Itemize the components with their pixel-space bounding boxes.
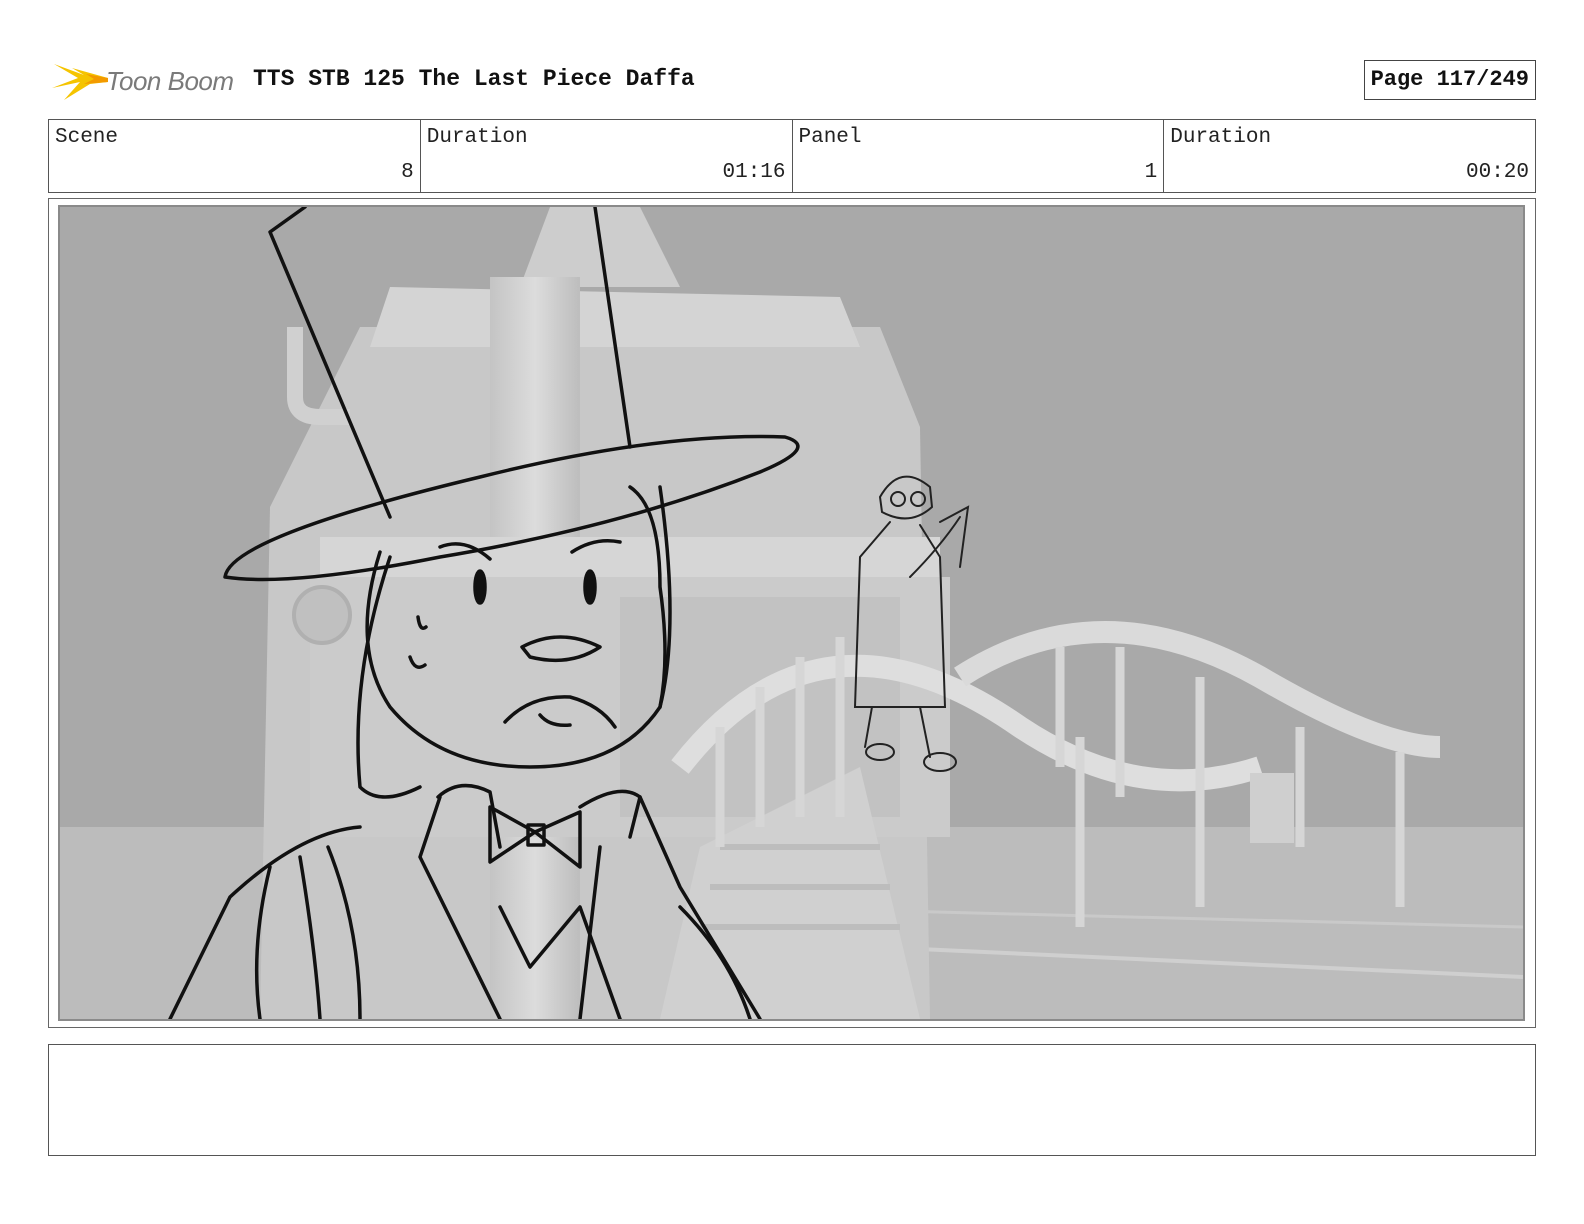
logo-text: Toon Boom xyxy=(106,66,234,96)
storyboard-sketch xyxy=(60,207,1523,1019)
page-header: Toon Boom TTS STB 125 The Last Piece Daf… xyxy=(48,52,1536,108)
page-number: Page 117/249 xyxy=(1363,60,1536,100)
panel-duration-cell: Duration 00:20 xyxy=(1164,120,1535,192)
panel-notes xyxy=(48,1044,1536,1156)
scene-label: Scene xyxy=(55,126,119,149)
scene-duration-value: 01:16 xyxy=(722,161,786,184)
scene-duration-label: Duration xyxy=(426,126,528,149)
starburst-icon xyxy=(52,64,108,100)
panel-cell: Panel 1 xyxy=(793,120,1165,192)
panel-duration-value: 00:20 xyxy=(1465,161,1529,184)
panel-image xyxy=(58,205,1525,1021)
panel-info-row: Scene 8 Duration 01:16 Panel 1 Duration … xyxy=(48,119,1536,193)
panel-duration-label: Duration xyxy=(1170,126,1272,149)
storyboard-title: TTS STB 125 The Last Piece Daffa xyxy=(253,66,695,92)
panel-label: Panel xyxy=(798,126,862,149)
panel-value: 1 xyxy=(1144,161,1158,184)
toon-boom-logo: Toon Boom xyxy=(50,54,240,106)
scene-duration-cell: Duration 01:16 xyxy=(421,120,793,192)
scene-cell: Scene 8 xyxy=(49,120,421,192)
scene-value: 8 xyxy=(401,161,414,184)
